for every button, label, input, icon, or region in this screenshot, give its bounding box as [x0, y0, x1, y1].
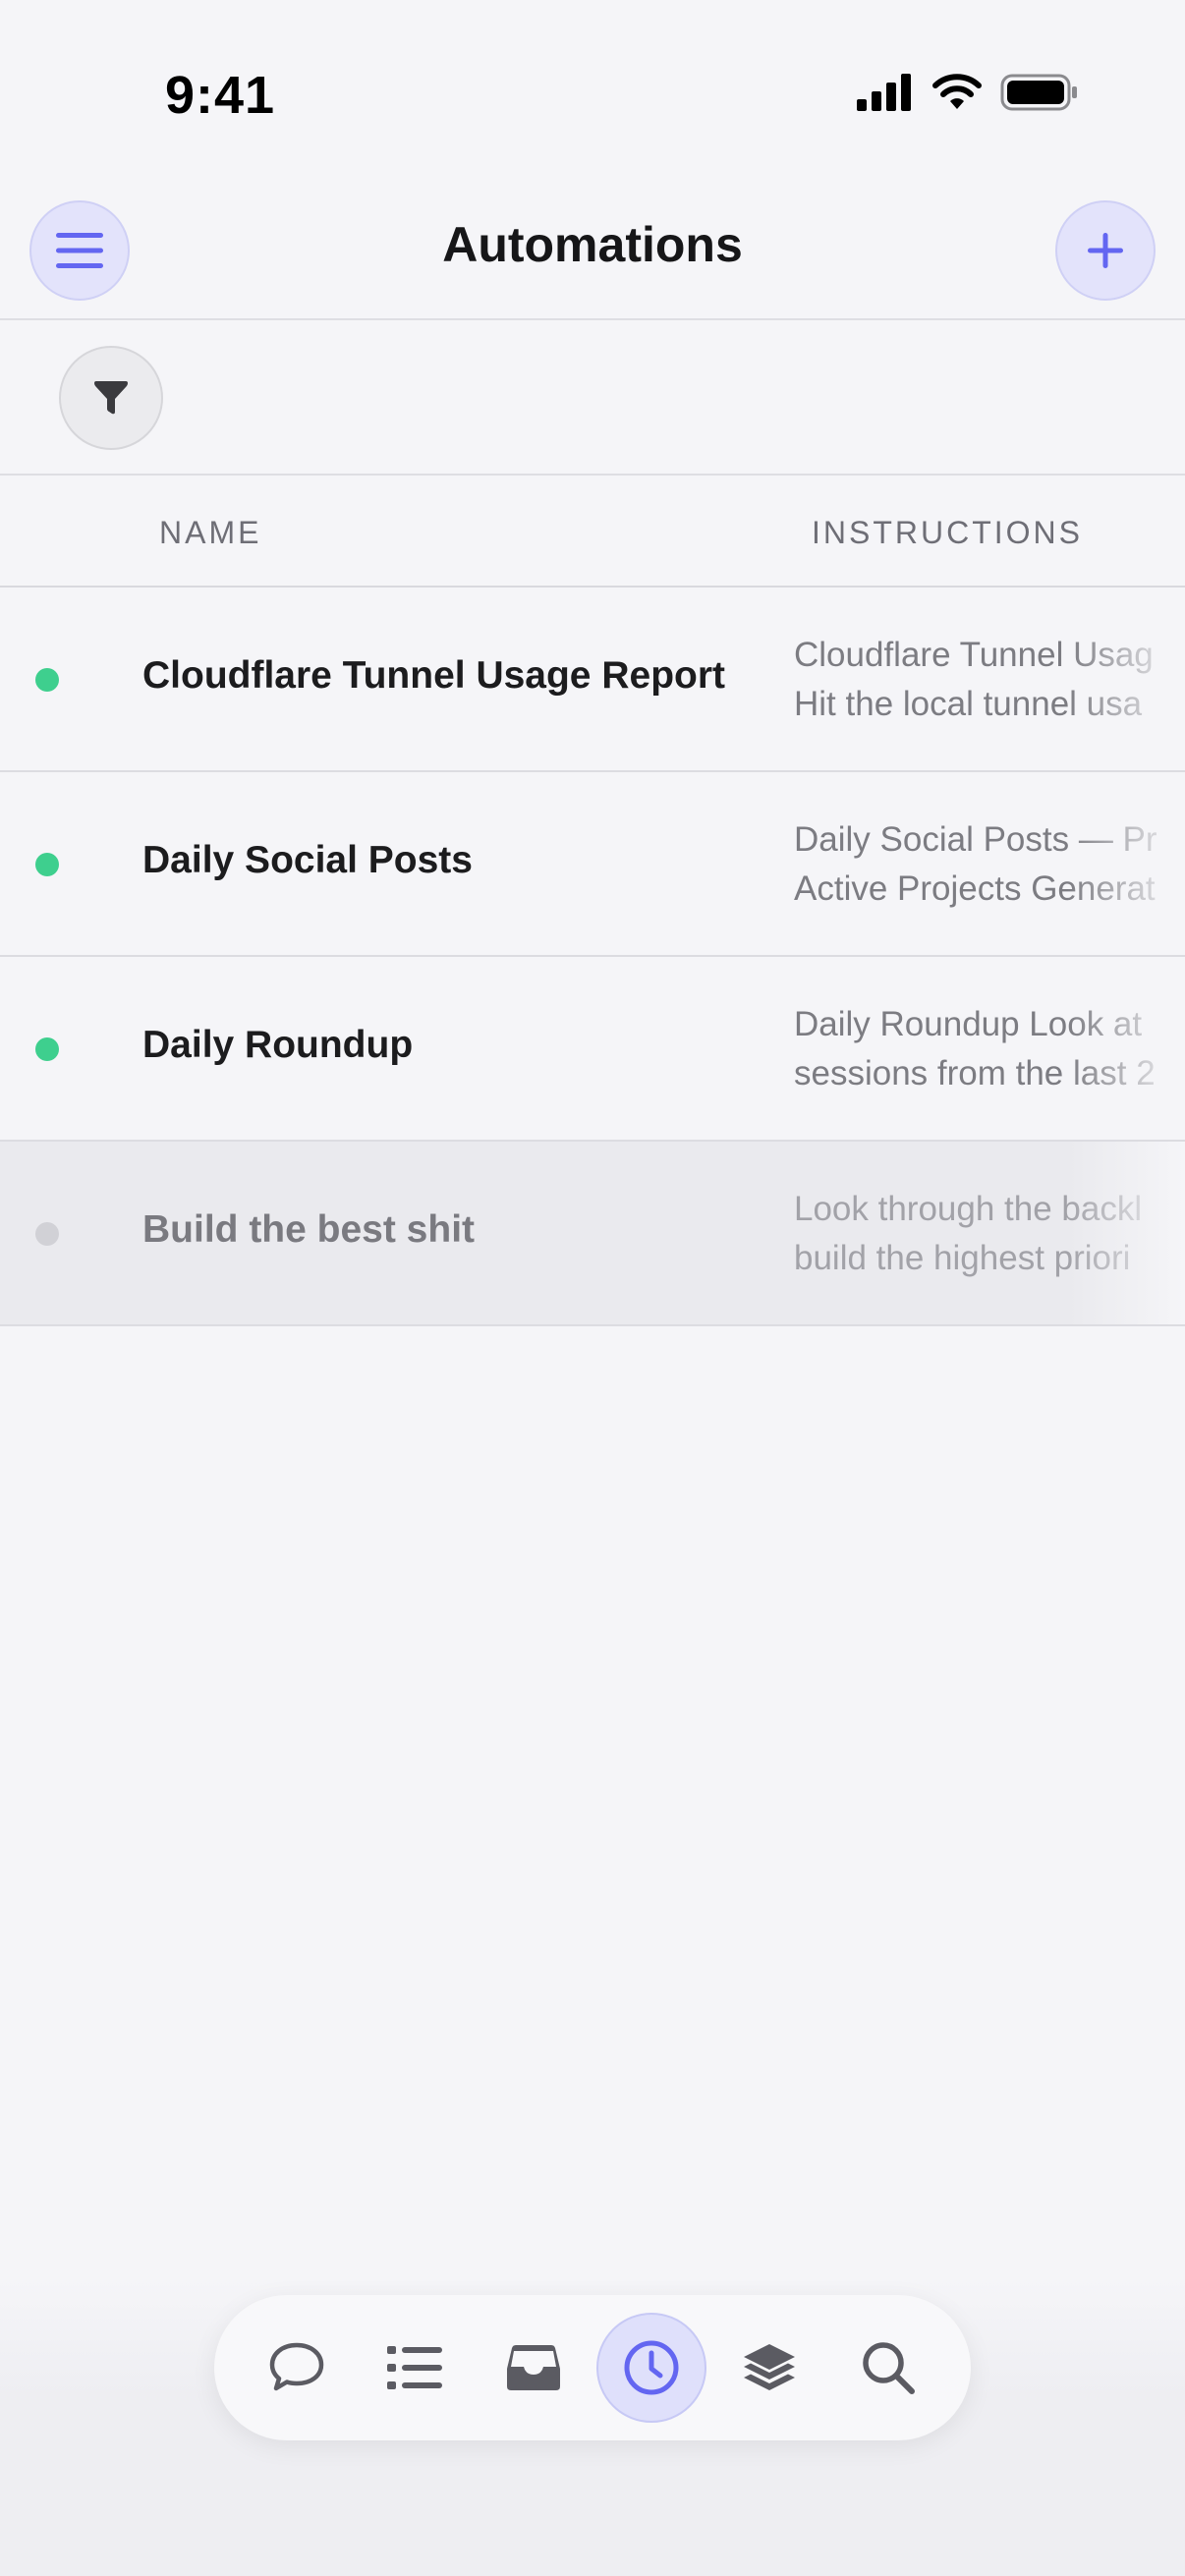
- nav-header: Automations: [0, 187, 1185, 320]
- automations-table: NAME INSTRUCTIONS Cloudflare Tunnel Usag…: [0, 476, 1185, 1326]
- table-row[interactable]: Daily Social Posts Daily Social Posts — …: [0, 772, 1185, 957]
- instructions-line: Hit the local tunnel usa: [794, 685, 1143, 723]
- automation-name: Build the best shit: [142, 1208, 476, 1251]
- status-dot: [35, 1222, 59, 1246]
- table-header: NAME INSTRUCTIONS: [0, 476, 1185, 588]
- status-icons: [857, 73, 1079, 112]
- filter-button[interactable]: [59, 346, 163, 450]
- wifi-icon: [932, 74, 982, 109]
- instructions-line: Daily Roundup Look at: [794, 1005, 1143, 1043]
- add-automation-button[interactable]: [1055, 200, 1156, 301]
- chat-bubble-icon: [269, 2342, 324, 2391]
- column-header-name[interactable]: NAME: [159, 515, 261, 551]
- automation-name: Cloudflare Tunnel Usage Report: [142, 654, 725, 697]
- tab-layers[interactable]: [714, 2313, 824, 2423]
- tab-search[interactable]: [833, 2313, 943, 2423]
- table-row[interactable]: Build the best shit Look through the bac…: [0, 1142, 1185, 1326]
- filter-funnel-icon: [94, 381, 128, 415]
- instructions-line: Daily Social Posts — Pr: [794, 820, 1157, 859]
- automation-instructions: Daily Roundup Look at sessions from the …: [794, 1000, 1185, 1098]
- automation-instructions: Cloudflare Tunnel Usag Hit the local tun…: [794, 631, 1185, 729]
- inbox-icon: [506, 2345, 560, 2390]
- table-row[interactable]: Cloudflare Tunnel Usage Report Cloudflar…: [0, 588, 1185, 772]
- filter-bar: [0, 320, 1185, 476]
- column-header-instructions[interactable]: INSTRUCTIONS: [812, 515, 1083, 551]
- plus-icon: [1088, 233, 1123, 268]
- tab-list[interactable]: [360, 2313, 470, 2423]
- automation-name: Daily Roundup: [142, 1024, 414, 1066]
- status-dot: [35, 1037, 59, 1061]
- instructions-line: sessions from the last 2: [794, 1054, 1156, 1092]
- status-dot: [35, 853, 59, 876]
- tab-chat[interactable]: [242, 2313, 352, 2423]
- status-bar: 9:41: [0, 0, 1185, 187]
- instructions-line: Active Projects Generat: [794, 869, 1156, 908]
- clock-icon: [624, 2340, 679, 2395]
- tab-inbox[interactable]: [479, 2313, 589, 2423]
- status-time: 9:41: [165, 66, 276, 125]
- automation-instructions: Look through the backl build the highest…: [794, 1185, 1185, 1283]
- tab-bar: [214, 2295, 971, 2440]
- instructions-line: build the highest priori: [794, 1239, 1131, 1277]
- tab-automations[interactable]: [596, 2313, 707, 2423]
- list-icon: [387, 2346, 443, 2389]
- battery-icon: [1000, 74, 1077, 111]
- table-row[interactable]: Daily Roundup Daily Roundup Look at sess…: [0, 957, 1185, 1142]
- page-title: Automations: [442, 217, 743, 272]
- layers-icon: [744, 2344, 796, 2390]
- automation-name: Daily Social Posts: [142, 839, 473, 881]
- cellular-signal-icon: [857, 74, 911, 111]
- automation-instructions: Daily Social Posts — Pr Active Projects …: [794, 815, 1185, 914]
- status-dot: [35, 668, 59, 692]
- instructions-line: Look through the backl: [794, 1190, 1143, 1228]
- instructions-line: Cloudflare Tunnel Usag: [794, 636, 1154, 674]
- search-icon: [863, 2342, 915, 2394]
